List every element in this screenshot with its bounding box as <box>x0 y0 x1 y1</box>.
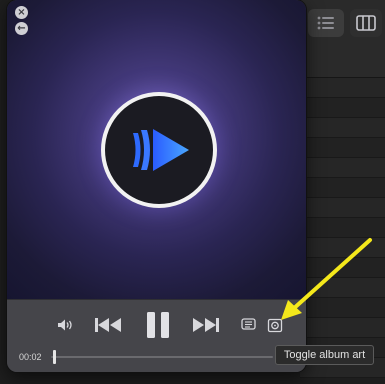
elapsed-time: 00:02 <box>19 352 42 362</box>
list-row <box>300 158 385 178</box>
list-row <box>300 78 385 98</box>
list-row <box>300 138 385 158</box>
list-icon <box>317 16 334 30</box>
list-view-button[interactable] <box>308 9 344 37</box>
volume-icon <box>58 319 72 331</box>
list-row <box>300 298 385 318</box>
play-logo-icon <box>133 129 189 171</box>
list-row <box>300 278 385 298</box>
tooltip: Toggle album art <box>275 345 374 365</box>
screen: × ← 00:02 Toggle album art <box>0 0 385 384</box>
previous-track-button[interactable] <box>94 317 122 333</box>
back-button[interactable]: ← <box>15 22 28 35</box>
mini-player-window: × ← 00:02 <box>7 0 306 372</box>
column-view-button[interactable] <box>350 9 382 37</box>
list-row <box>300 238 385 258</box>
list-row <box>300 318 385 338</box>
list-row <box>300 218 385 238</box>
pause-icon <box>147 312 169 338</box>
player-logo <box>101 92 217 208</box>
volume-button[interactable] <box>57 318 75 332</box>
columns-icon <box>356 15 376 31</box>
next-track-button[interactable] <box>192 317 220 333</box>
list-row <box>300 198 385 218</box>
previous-track-icon <box>95 318 121 332</box>
pause-button[interactable] <box>146 311 172 339</box>
progress-track[interactable] <box>51 356 273 358</box>
background-list <box>300 78 385 384</box>
list-row <box>300 258 385 278</box>
album-art: × ← <box>7 0 306 299</box>
list-row <box>300 98 385 118</box>
list-row <box>300 118 385 138</box>
next-track-icon <box>193 318 219 332</box>
list-row <box>300 178 385 198</box>
lyrics-icon <box>241 318 256 330</box>
close-button[interactable]: × <box>15 6 28 19</box>
album-art-toggle-icon <box>267 318 283 333</box>
progress-knob[interactable] <box>53 350 56 364</box>
lyrics-button[interactable] <box>241 318 257 332</box>
playback-controls: 00:02 - <box>7 299 306 372</box>
toggle-album-art-button[interactable] <box>267 317 283 333</box>
